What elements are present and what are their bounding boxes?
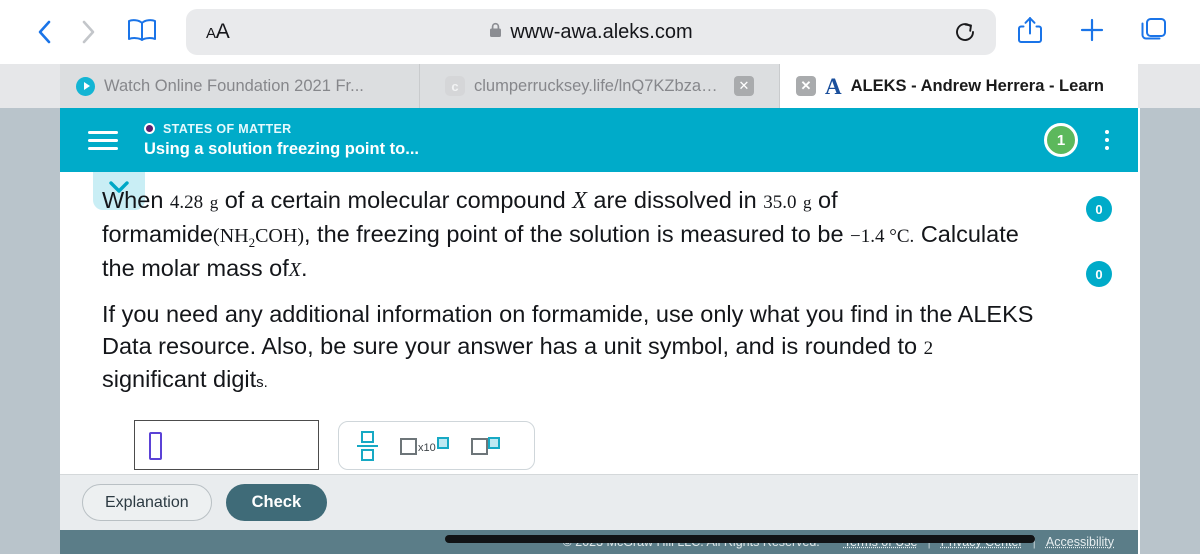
- bookmarks-button[interactable]: [116, 10, 168, 54]
- reload-icon: [952, 23, 978, 49]
- page-title: Using a solution freezing point to...: [144, 139, 419, 158]
- share-icon: [1017, 15, 1043, 50]
- question-paragraph-1: When 4.28 g of a certain molecular compo…: [102, 184, 1022, 285]
- url-text: www-awa.aleks.com: [510, 20, 693, 43]
- address-bar[interactable]: AA www-awa.aleks.com: [186, 9, 996, 55]
- q2-text-end-s: s.: [256, 373, 268, 391]
- browser-tab-2-title: clumperrucksey.life/lnQ7KZbzagh...: [474, 76, 725, 95]
- q-solvent-mass-value: 35.0: [763, 192, 797, 213]
- action-bar: Explanation Check: [60, 474, 1138, 530]
- question-area: When 4.28 g of a certain molecular compo…: [60, 172, 1138, 470]
- browser-tab-1-title: Watch Online Foundation 2021 Fr...: [104, 76, 364, 95]
- q-formula-coh: COH: [255, 225, 298, 248]
- aa-large-label: A: [215, 20, 230, 43]
- text-size-button[interactable]: AA: [206, 20, 230, 44]
- tab-bar: Watch Online Foundation 2021 Fr... c clu…: [0, 64, 1200, 108]
- browser-tab-2[interactable]: c clumperrucksey.life/lnQ7KZbzagh... ✕: [420, 64, 780, 108]
- accessibility-link[interactable]: Accessibility: [1046, 535, 1114, 549]
- q-text-c: are dissolved in: [593, 187, 757, 213]
- aleks-header-right: 1: [1044, 123, 1118, 157]
- reload-button[interactable]: [952, 19, 978, 45]
- text-caret-icon: [149, 432, 162, 460]
- browser-tool-icons: [1014, 15, 1178, 49]
- browser-tab-2-close-icon[interactable]: ✕: [734, 76, 754, 96]
- answer-row: x10: [60, 420, 1138, 470]
- hamburger-menu-icon[interactable]: [88, 123, 122, 157]
- q-mass-unit: g: [209, 193, 219, 212]
- tabs-overview-button[interactable]: [1138, 15, 1170, 49]
- hint-badge-1[interactable]: 0: [1086, 196, 1112, 222]
- q-text-e: , the freezing point of the solution is …: [303, 221, 844, 248]
- chevron-right-icon: [81, 19, 96, 45]
- topic-kicker: STATES OF MATTER: [144, 122, 1044, 136]
- q-mass-value: 4.28: [169, 192, 204, 213]
- browser-tab-3-close-icon[interactable]: ✕: [796, 76, 816, 96]
- q-compound-symbol: X: [572, 188, 587, 214]
- q-text-end: .: [300, 255, 308, 282]
- screen-root: AA www-awa.aleks.com Watch Online Founda…: [0, 0, 1200, 554]
- topic-kicker-label: STATES OF MATTER: [163, 121, 292, 136]
- more-options-icon[interactable]: [1096, 125, 1118, 155]
- new-tab-button[interactable]: [1076, 15, 1108, 49]
- aa-small-label: A: [206, 25, 216, 42]
- q-formula-open: (: [213, 225, 220, 248]
- scientific-notation-tool-button[interactable]: x10: [400, 436, 449, 455]
- url-display[interactable]: www-awa.aleks.com: [186, 21, 996, 44]
- share-button[interactable]: [1014, 15, 1046, 49]
- q-freezing-point: −1.4 °C.: [850, 226, 915, 248]
- book-icon: [126, 17, 158, 48]
- q2-text-end: significant digit: [102, 365, 257, 392]
- browser-tab-3-active[interactable]: ✕ A ALEKS - Andrew Herrera - Learn: [780, 64, 1138, 108]
- lock-icon: [489, 21, 502, 44]
- q-text-a: When: [102, 187, 164, 213]
- q-text-b: of a certain molecular compound: [224, 187, 566, 213]
- progress-badge: 1: [1044, 123, 1078, 157]
- hint-badge-2[interactable]: 0: [1086, 261, 1112, 287]
- exponent-icon: [470, 436, 500, 455]
- q-solvent-mass-unit: g: [803, 193, 812, 212]
- explanation-button[interactable]: Explanation: [82, 484, 212, 521]
- math-toolbar: x10: [338, 421, 535, 470]
- q2-text: If you need any additional information o…: [102, 301, 1034, 360]
- answer-input[interactable]: [134, 420, 319, 470]
- plus-icon: [1078, 16, 1106, 49]
- topic-dot-icon: [144, 123, 155, 134]
- scientific-notation-icon: x10: [400, 436, 449, 455]
- q-formula-close: ): [297, 225, 304, 248]
- check-button[interactable]: Check: [225, 484, 328, 521]
- browser-tab-1[interactable]: Watch Online Foundation 2021 Fr...: [60, 64, 420, 108]
- tabs-icon: [1139, 16, 1169, 49]
- q-formula-nh: NH: [219, 225, 249, 248]
- exponent-tool-button[interactable]: [470, 436, 500, 455]
- q-compound-symbol-2: X: [288, 259, 301, 282]
- play-circle-icon: [76, 76, 95, 96]
- home-indicator: [445, 535, 1035, 543]
- browser-tab-3-title: ALEKS - Andrew Herrera - Learn: [850, 76, 1104, 95]
- back-button[interactable]: [22, 10, 66, 54]
- question-paragraph-2: If you need any additional information o…: [102, 298, 1037, 395]
- sci-x10-label: x10: [418, 441, 436, 454]
- fraction-icon: [357, 430, 378, 461]
- q2-sigfig-count: 2: [923, 338, 934, 360]
- q-formula: (NH2COH): [213, 225, 304, 250]
- aleks-app-header: STATES OF MATTER Using a solution freezi…: [60, 108, 1138, 172]
- aleks-a-logo-icon: A: [825, 73, 842, 99]
- aleks-header-texts: STATES OF MATTER Using a solution freezi…: [144, 122, 1044, 159]
- chevron-left-icon: [37, 19, 52, 45]
- forward-button[interactable]: [66, 10, 110, 54]
- fraction-tool-button[interactable]: [357, 430, 378, 461]
- letter-c-icon: c: [445, 76, 465, 96]
- safari-toolbar: AA www-awa.aleks.com: [0, 0, 1200, 64]
